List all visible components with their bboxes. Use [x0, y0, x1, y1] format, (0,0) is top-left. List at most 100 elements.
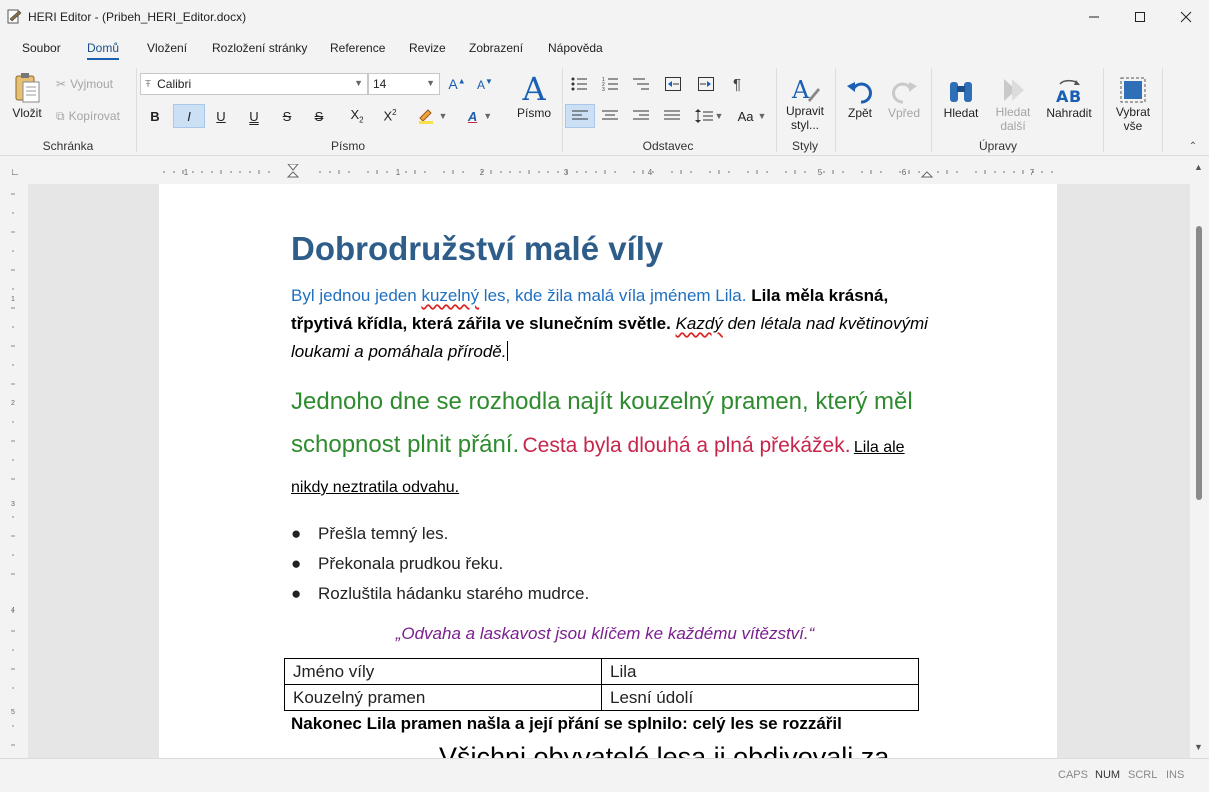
italic-button[interactable]: I: [173, 104, 205, 128]
table-cell[interactable]: Kouzelný pramen: [284, 684, 602, 711]
undo-button[interactable]: Zpět: [840, 68, 880, 128]
find-next-button[interactable]: Hledat další: [990, 68, 1036, 140]
close-button[interactable]: [1163, 0, 1209, 34]
underline-button[interactable]: U: [208, 104, 234, 128]
align-left-button[interactable]: [565, 104, 595, 128]
change-case-button[interactable]: Aa ▼: [732, 104, 772, 128]
cut-label: Vyjmout: [70, 77, 113, 91]
maximize-button[interactable]: [1117, 0, 1163, 34]
p1-misspelled-word: kuzelný: [421, 286, 480, 305]
title-bar: HERI Editor - (Pribeh_HERI_Editor.docx): [0, 0, 1209, 34]
redo-button[interactable]: Vpřed: [884, 68, 924, 128]
multilevel-list-icon: [633, 78, 649, 90]
numbering-button[interactable]: 123: [597, 72, 623, 96]
menu-zobrazeni[interactable]: Zobrazení: [469, 36, 523, 60]
vertical-ruler[interactable]: 1 2 3 4 5: [0, 184, 28, 758]
font-size-select[interactable]: 14 ▼: [368, 73, 440, 95]
increase-indent-button[interactable]: [693, 72, 719, 96]
scroll-up-icon[interactable]: ▲: [1194, 162, 1203, 172]
superscript-button[interactable]: X2: [377, 104, 403, 128]
edit-style-icon: A: [791, 76, 820, 104]
font-family-select[interactable]: Ŧ Calibri ▼: [140, 73, 368, 95]
scroll-down-icon[interactable]: ▼: [1194, 742, 1203, 752]
tab-stop-selector[interactable]: ∟: [8, 164, 22, 178]
document-canvas[interactable]: Dobrodružství malé víly Byl jednou jeden…: [28, 184, 1190, 758]
table-cell[interactable]: Lesní údolí: [601, 684, 919, 711]
svg-text:3: 3: [602, 87, 605, 91]
menu-reference[interactable]: Reference: [330, 36, 385, 60]
menu-vlozeni[interactable]: Vložení: [147, 36, 187, 60]
minimize-button[interactable]: [1071, 0, 1117, 34]
select-all-label-1: Vybrat: [1115, 105, 1151, 119]
find-next-icon: [1004, 79, 1024, 101]
chevron-down-icon: ▼: [438, 111, 448, 121]
font-dialog-button[interactable]: A Písmo: [512, 66, 556, 126]
app-icon: [7, 9, 22, 24]
justify-button[interactable]: [659, 104, 685, 128]
multilevel-list-button[interactable]: [628, 72, 654, 96]
double-underline-icon: U: [249, 108, 259, 124]
document-page[interactable]: Dobrodružství malé víly Byl jednou jeden…: [159, 184, 1057, 758]
bullet-icon: ●: [291, 524, 302, 543]
align-center-icon: [602, 110, 618, 120]
change-case-label: Aa: [737, 108, 754, 124]
table-row: Kouzelný pramen Lesní údolí: [284, 684, 919, 711]
subscript-button[interactable]: X2: [344, 104, 370, 128]
find-button[interactable]: Hledat: [938, 68, 984, 128]
copy-button[interactable]: ⧉ Kopírovat: [56, 106, 120, 126]
table-cell[interactable]: Lila: [601, 658, 919, 685]
separator: [835, 68, 836, 152]
table-cell[interactable]: Jméno víly: [284, 658, 602, 685]
separator: [931, 68, 932, 152]
shrink-font-button[interactable]: A▼: [472, 72, 498, 96]
info-table[interactable]: Jméno víly Lila Kouzelný pramen Lesní úd…: [284, 658, 919, 711]
edit-style-button[interactable]: A Upravit styl...: [780, 68, 830, 138]
edit-style-label-1: Upravit: [785, 104, 824, 118]
strikethrough-button[interactable]: S: [274, 104, 300, 128]
grow-font-button[interactable]: A▲: [444, 72, 470, 96]
svg-text:A: A: [1056, 87, 1069, 106]
paste-button[interactable]: Vložit: [8, 68, 46, 124]
p2-red-text: Cesta byla dlouhá a plná překážek.: [522, 434, 851, 457]
caps-indicator: CAPS: [1058, 769, 1088, 781]
menu-domu[interactable]: Domů: [87, 36, 120, 60]
ruler-number: 6: [902, 168, 907, 177]
horizontal-ruler[interactable]: 1 1 2 3 4 5 6 7: [160, 164, 1057, 178]
menu-soubor[interactable]: Soubor: [22, 36, 61, 60]
chevron-down-icon: ▼: [757, 111, 767, 121]
underline-icon: U: [216, 108, 226, 124]
highlight-button[interactable]: ▼: [412, 104, 452, 128]
scrollbar-thumb[interactable]: [1196, 226, 1202, 500]
vertical-scrollbar[interactable]: ▲ ▼: [1190, 158, 1209, 758]
double-underline-button[interactable]: U: [241, 104, 267, 128]
collapse-ribbon-button[interactable]: ⌃: [1186, 140, 1200, 152]
table-row: Jméno víly Lila: [284, 658, 919, 685]
separator: [562, 68, 563, 152]
font-color-button[interactable]: A ▼: [460, 104, 500, 128]
menu-revize[interactable]: Revize: [409, 36, 446, 60]
bold-button[interactable]: B: [142, 104, 168, 128]
align-right-button[interactable]: [628, 104, 654, 128]
bullets-button[interactable]: [566, 72, 592, 96]
replace-button[interactable]: AB Nahradit: [1043, 68, 1095, 128]
paragraph-1[interactable]: Byl jednou jeden kuzelný les, kde žila m…: [291, 282, 931, 366]
cut-button[interactable]: ✂ Vyjmout: [56, 74, 113, 94]
font-size-value: 14: [373, 77, 387, 91]
decrease-indent-button[interactable]: [660, 72, 686, 96]
separator: [1162, 68, 1163, 152]
paragraph-2[interactable]: Jednoho dne se rozhodla najít kouzelný p…: [291, 382, 931, 508]
menu-rozlozeni[interactable]: Rozložení stránky: [212, 36, 307, 60]
menu-napoveda[interactable]: Nápověda: [548, 36, 603, 60]
binoculars-icon: [950, 82, 972, 102]
bullet-list[interactable]: ● Přešla temný les. ● Překonala prudkou ře…: [291, 519, 589, 609]
chevron-down-icon: ▼: [426, 78, 435, 88]
window-title: HERI Editor - (Pribeh_HERI_Editor.docx): [28, 10, 247, 24]
bullet-list-icon: [571, 77, 587, 91]
line-spacing-button[interactable]: ▼: [689, 104, 729, 128]
subscript-icon: X2: [350, 107, 364, 125]
increase-indent-icon: [698, 77, 714, 91]
show-marks-button[interactable]: ¶: [724, 72, 750, 96]
align-center-button[interactable]: [597, 104, 623, 128]
select-all-button[interactable]: Vybrat vše: [1110, 68, 1156, 140]
double-strikethrough-button[interactable]: S: [306, 104, 332, 128]
